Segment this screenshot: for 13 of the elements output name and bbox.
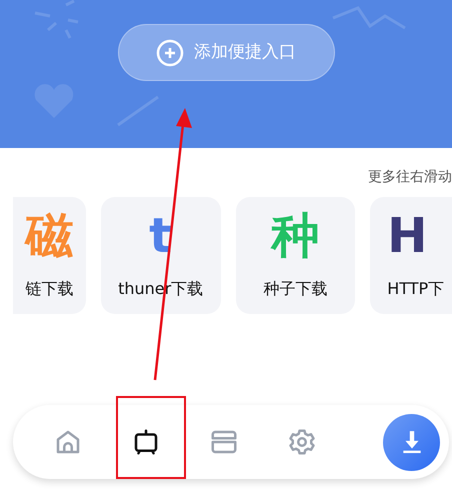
download-button[interactable] (383, 414, 440, 470)
add-icon (156, 38, 184, 66)
card-glyph: 磁 (25, 207, 74, 265)
card-label: 种子下载 (263, 278, 328, 300)
card-glyph: H (387, 207, 428, 265)
download-card[interactable]: 磁 链下载 (13, 197, 86, 314)
card-label: 链下载 (25, 278, 74, 300)
download-card[interactable]: H HTTP下 (370, 197, 452, 314)
swipe-hint: 更多往右滑动 (368, 168, 452, 187)
card-label: HTTP下 (387, 278, 444, 300)
card-glyph: 种 (271, 207, 320, 265)
settings-icon (287, 427, 317, 457)
download-card[interactable]: 种 种子下载 (236, 197, 356, 314)
